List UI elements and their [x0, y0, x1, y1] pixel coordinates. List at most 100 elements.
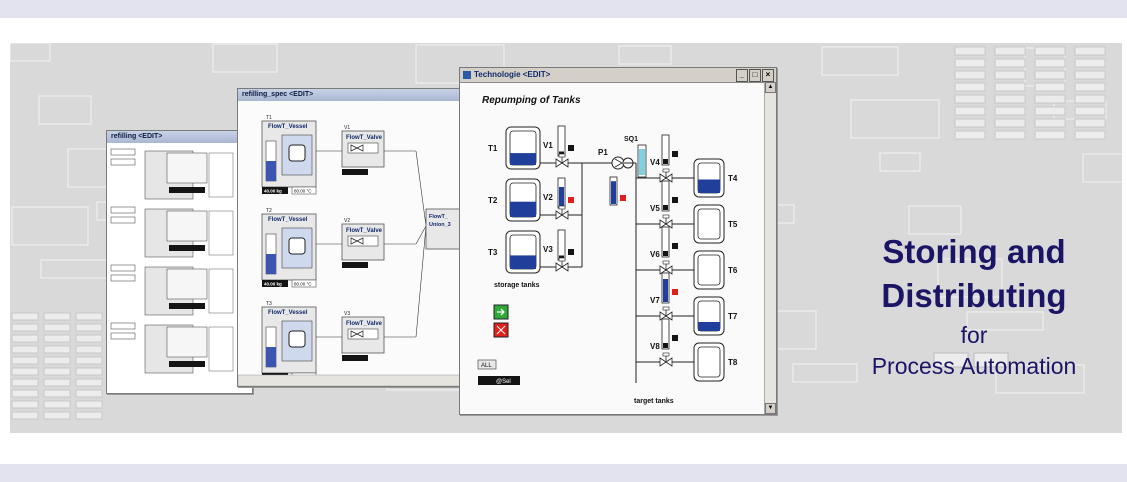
valve-status-indicator [568, 197, 574, 203]
tank-t3[interactable] [505, 230, 541, 274]
port-list [208, 326, 234, 372]
bg-status-cell [1074, 94, 1106, 104]
bg-status-cell [954, 106, 986, 116]
valve[interactable] [659, 168, 673, 183]
bg-status-cell [43, 411, 71, 420]
tank-inner [697, 346, 721, 378]
valve-label: V4 [650, 158, 660, 167]
union-title-2: Union_3 [429, 222, 451, 228]
gauge-fill [663, 279, 668, 302]
window-technologie[interactable]: Technologie <EDIT> _ □ × ▲ ▼ Repumping o… [459, 67, 777, 415]
vertical-scrollbar[interactable]: ▲ ▼ [764, 82, 776, 414]
bg-status-cell [75, 334, 103, 343]
field [110, 158, 136, 166]
tank-label: T8 [728, 358, 738, 367]
bg-status-cell [954, 58, 986, 68]
valve-field [342, 262, 368, 268]
gauge-fill [663, 343, 668, 348]
bg-status-cell [994, 46, 1026, 56]
bg-status-cell [11, 367, 39, 376]
valve-label: V8 [650, 342, 660, 351]
sensor-label: SQ1 [624, 136, 638, 143]
bg-status-cell [75, 345, 103, 354]
field [110, 216, 136, 224]
valve-status-indicator [672, 335, 678, 341]
window-title: Technologie <EDIT> [474, 70, 551, 79]
valve[interactable] [659, 260, 673, 275]
valve-actuator [662, 260, 670, 265]
refilling-spec-diagram: T1 FlowT_Vessel 40.00 kg 80.00 °C V1 FlowT_Va… [238, 115, 483, 386]
bg-status-cell [994, 82, 1026, 92]
bg-status-cell [954, 70, 986, 80]
scroll-down-arrow-icon[interactable]: ▼ [765, 403, 776, 414]
valve-title: FlowT_Valve [346, 228, 383, 234]
tank-t5[interactable] [693, 204, 725, 244]
tank-t7[interactable] [693, 296, 725, 336]
bg-status-cell [994, 94, 1026, 104]
bg-status-cell [43, 378, 71, 387]
valve-status-indicator [672, 151, 678, 157]
tank-t8[interactable] [693, 342, 725, 382]
vessel-title: FlowT_Vessel [268, 124, 308, 130]
tank-label: T6 [728, 266, 738, 275]
valve-label: V2 [543, 193, 553, 202]
valve-actuator [558, 205, 566, 210]
bg-status-cell [11, 400, 39, 409]
field [110, 322, 136, 330]
tank-label: T1 [488, 144, 498, 153]
valve-actuator [558, 153, 566, 158]
bg-status-cell [1034, 94, 1066, 104]
valve[interactable] [659, 214, 673, 229]
bg-status-cell [11, 334, 39, 343]
valve-label: V6 [650, 250, 660, 259]
vessel-icon [288, 237, 306, 255]
valve-actuator [662, 214, 670, 219]
tank-t2[interactable] [505, 178, 541, 222]
gauge-fill [559, 187, 564, 207]
valve-actuator [662, 168, 670, 173]
bg-status-cell [994, 106, 1026, 116]
tech-window-titlebar: Technologie <EDIT> _ □ × [460, 68, 776, 83]
valve-title: FlowT_Valve [346, 135, 383, 141]
bg-status-cell [43, 356, 71, 365]
horizontal-scrollbar[interactable] [238, 374, 483, 386]
tank-label: T2 [488, 196, 498, 205]
bg-status-cell [1034, 118, 1066, 128]
field [110, 206, 136, 214]
close-button[interactable]: × [762, 69, 774, 82]
tank-t6[interactable] [693, 250, 725, 290]
maximize-button[interactable]: □ [749, 69, 761, 82]
vessel-id: T2 [266, 208, 272, 214]
port-list [208, 152, 234, 198]
tank-label: T4 [728, 174, 738, 183]
vessel-box [166, 268, 208, 300]
bg-status-cell [11, 411, 39, 420]
valve-status-indicator [568, 249, 574, 255]
tank-t1[interactable] [505, 126, 541, 170]
window-refilling[interactable]: refilling <EDIT> [106, 130, 253, 394]
valve-id: V1 [344, 125, 350, 131]
tank-t4[interactable] [693, 158, 725, 198]
repumping-diagram[interactable]: Repumping of Tanks T1 V1 T2 V2 T3 V3 P1 SQ1 T4 V4 T… [460, 83, 764, 413]
valve-status-indicator [672, 197, 678, 203]
bg-status-cell [43, 334, 71, 343]
valve[interactable] [659, 352, 673, 367]
minimize-button[interactable]: _ [736, 69, 748, 82]
bg-status-cell [954, 82, 986, 92]
diagram-heading: Repumping of Tanks [482, 95, 581, 106]
tank-level-fill [698, 322, 720, 331]
scroll-up-arrow-icon[interactable]: ▲ [765, 82, 776, 93]
temp-value: 80.00 °C [294, 189, 312, 194]
window-refilling-spec[interactable]: refilling_spec <EDIT> T1 FlowT_Vessel 40.0… [237, 88, 484, 387]
valve[interactable] [659, 306, 673, 321]
gauge-fill [663, 251, 668, 256]
bg-status-cell [11, 356, 39, 365]
pump-status-indicator [620, 195, 626, 201]
black-field [169, 361, 205, 367]
bg-status-cell [75, 389, 103, 398]
storage-tanks-label: storage tanks [494, 282, 540, 289]
valve-actuator [662, 306, 670, 311]
vessel-id: T1 [266, 115, 272, 121]
bg-status-cell [75, 367, 103, 376]
bg-status-cell [43, 389, 71, 398]
